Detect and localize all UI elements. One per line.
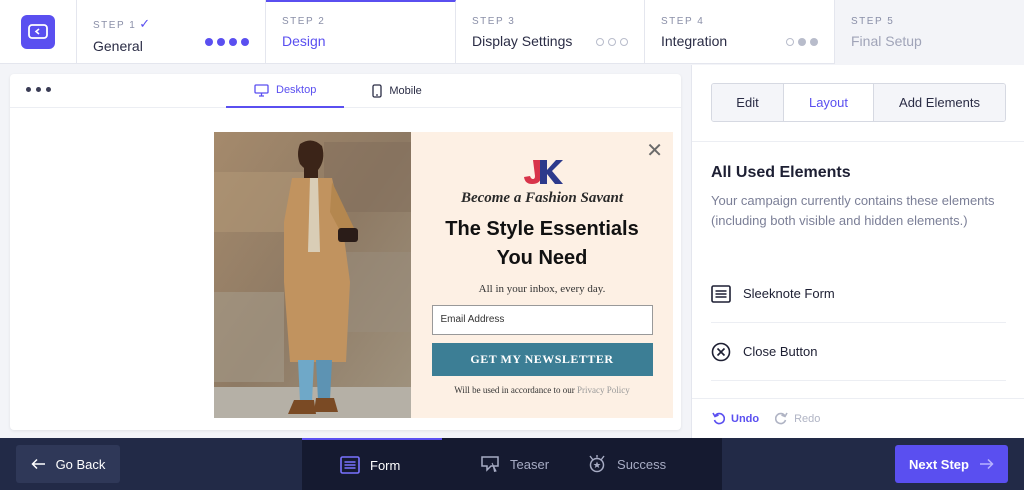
close-icon[interactable]: ✕ [646,138,663,163]
step-number: STEP 5 [851,16,895,27]
popup-headline: The Style Essentials You Need [445,218,639,269]
brand-logo [411,158,673,186]
step-number: STEP 1 [93,20,137,31]
form-icon [711,284,731,303]
tab-label: Mobile [389,85,422,97]
elements-sidebar: Edit Layout Add Elements All Used Elemen… [691,65,1024,438]
undo-icon [712,412,725,425]
add-elements-tab[interactable]: Add Elements [874,84,1005,121]
step-number: STEP 2 [282,16,326,27]
step-number: STEP 4 [661,16,705,27]
app-logo-icon[interactable] [21,15,55,49]
tab-mobile[interactable]: Mobile [344,74,449,108]
element-close-button[interactable]: Close Button [711,323,1006,381]
step-1-general[interactable]: STEP 1 ✓ General [77,0,266,64]
more-options-icon[interactable] [26,87,51,92]
legal-text: Will be used in accordance to our Privac… [454,385,630,395]
arrow-right-icon [979,458,994,470]
desktop-icon [254,83,269,97]
edit-tab[interactable]: Edit [712,84,784,121]
step-title: Design [282,33,326,49]
tab-teaser[interactable]: Teaser [442,438,549,490]
checkmark-icon: ✓ [139,16,152,31]
tab-label: Desktop [276,84,317,96]
sidebar-title: All Used Elements [711,164,851,181]
step-2-design[interactable]: STEP 2 Design [266,0,456,64]
sidebar-description: Your campaign currently contains these e… [711,193,995,228]
popup-preview[interactable]: ✕ Become a Fashion Savant The Style Esse… [214,132,673,418]
popup-content: ✕ Become a Fashion Savant The Style Esse… [411,132,673,418]
step-3-display-settings[interactable]: STEP 3 Display Settings [456,0,645,64]
undo-redo-bar: Undo Redo [692,398,1024,438]
popup-tagline: Become a Fashion Savant [460,190,624,206]
fashion-model-photo [214,132,411,418]
bottom-bar: Go Back Form Teaser Success Next Step [0,438,1024,490]
privacy-policy-link[interactable]: Privacy Policy [577,385,630,395]
step-5-final-setup[interactable]: STEP 5 Final Setup [835,0,1024,64]
step-title: Final Setup [851,33,922,49]
sidebar-segmented-control: Edit Layout Add Elements [711,83,1006,122]
step-number: STEP 3 [472,16,516,27]
popup-subtext: All in your inbox, every day. [478,283,606,295]
element-label: Sleeknote Form [743,286,835,301]
go-back-button[interactable]: Go Back [16,445,120,483]
step-bar: STEP 1 ✓ General STEP 2 Design STEP 3 Dis… [0,0,1024,64]
redo-button[interactable]: Redo [775,412,820,425]
element-sleeknote-form[interactable]: Sleeknote Form [711,265,1006,323]
content-tabs: Form Teaser Success [302,438,722,490]
tab-success[interactable]: Success [549,438,666,490]
email-field[interactable]: Email Address [431,305,653,335]
tab-form[interactable]: Form [302,438,442,490]
undo-button[interactable]: Undo [712,412,759,425]
step-progress-dots [205,38,249,46]
tab-desktop[interactable]: Desktop [226,74,345,108]
form-icon [340,456,360,474]
step-4-integration[interactable]: STEP 4 Integration [645,0,835,64]
preview-panel: Desktop Mobile ✕ Become a Fashion Savant… [10,74,681,430]
device-tabs: Desktop Mobile [226,74,450,108]
next-step-button[interactable]: Next Step [895,445,1008,483]
success-badge-icon [589,455,605,473]
newsletter-button[interactable]: GET MY NEWSLETTER [431,343,653,376]
preview-header: Desktop Mobile [10,74,681,108]
layout-tab[interactable]: Layout [784,84,874,121]
mobile-icon [372,84,383,98]
redo-icon [775,412,788,425]
teaser-icon [481,456,499,472]
arrow-left-icon [31,458,45,470]
step-progress-dots [786,38,818,46]
element-label: Close Button [743,344,818,359]
step-progress-dots [596,38,628,46]
close-circle-icon [711,342,731,361]
divider [692,141,1024,142]
logo-cell[interactable] [0,0,77,64]
